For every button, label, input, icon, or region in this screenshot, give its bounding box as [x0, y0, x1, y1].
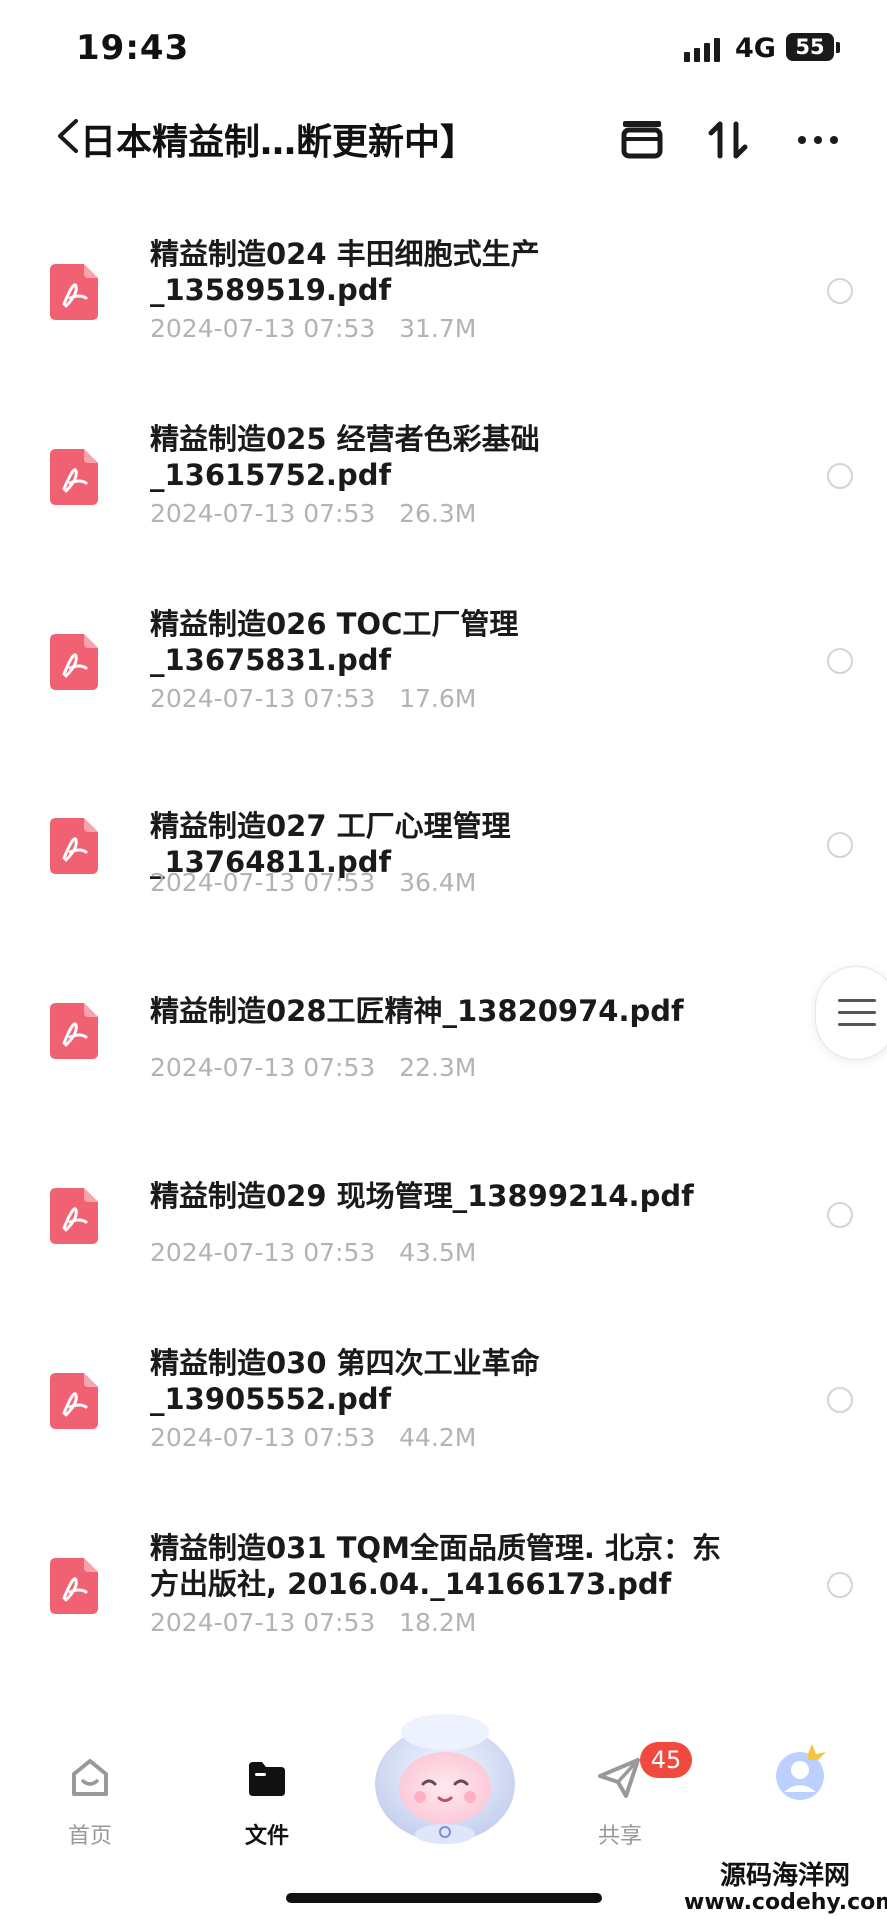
file-name: 精益制造025 经营者色彩基础_13615752.pdf — [150, 422, 540, 492]
file-size: 31.7M — [399, 314, 477, 343]
file-row[interactable]: 精益制造026 TOC工厂管理_13675831.pdf 2024-07-13 0… — [0, 576, 887, 761]
pdf-file-icon — [50, 634, 98, 690]
file-meta: 2024-07-13 07:53 17.6M — [150, 684, 476, 713]
select-checkbox[interactable] — [827, 278, 853, 304]
watermark-title: 源码海洋网 — [720, 1861, 851, 1891]
select-checkbox[interactable] — [827, 648, 853, 674]
send-icon — [598, 1758, 640, 1798]
file-row[interactable]: 精益制造031 TQM全面品质管理. 北京：东方出版社, 2016.04._14… — [0, 1500, 887, 1685]
file-meta: 2024-07-13 07:53 31.7M — [150, 314, 476, 343]
file-size: 26.3M — [399, 499, 477, 528]
page-title: 日本精益制…断更新中】 — [80, 122, 477, 163]
file-row[interactable]: 精益制造024 丰田细胞式生产_13589519.pdf 2024-07-13 0… — [0, 206, 887, 391]
more-icon[interactable] — [790, 112, 846, 168]
file-date: 2024-07-13 07:53 — [150, 1238, 376, 1267]
home-icon — [72, 1759, 108, 1796]
pdf-file-icon — [50, 1003, 98, 1059]
floating-menu-handle[interactable] — [815, 966, 887, 1060]
signal-icon — [684, 38, 720, 62]
battery-tip — [836, 42, 840, 53]
file-size: 44.2M — [399, 1423, 477, 1452]
file-row[interactable]: 精益制造029 现场管理_13899214.pdf 2024-07-13 07:5… — [0, 1130, 887, 1315]
back-icon[interactable] — [52, 115, 82, 157]
file-date: 2024-07-13 07:53 — [150, 684, 376, 713]
pdf-file-icon — [50, 1373, 98, 1429]
file-row[interactable]: 精益制造025 经营者色彩基础_13615752.pdf 2024-07-13 0… — [0, 391, 887, 576]
tab-home[interactable]: 首页 — [30, 1752, 150, 1862]
file-date: 2024-07-13 07:53 — [150, 1423, 376, 1452]
share-badge: 45 — [640, 1742, 692, 1778]
file-date: 2024-07-13 07:53 — [150, 1608, 376, 1637]
home-indicator[interactable] — [286, 1893, 602, 1903]
status-time: 19:43 — [76, 28, 190, 68]
file-meta: 2024-07-13 07:53 18.2M — [150, 1608, 476, 1637]
file-row[interactable]: 精益制造027 工厂心理管理_13764811.pdf 2024-07-13 07… — [0, 760, 887, 945]
file-name: 精益制造030 第四次工业革命_13905552.pdf — [150, 1346, 540, 1416]
sort-icon[interactable] — [700, 112, 756, 168]
avatar[interactable] — [768, 1740, 832, 1804]
file-date: 2024-07-13 07:53 — [150, 1053, 376, 1082]
assistant-mascot-icon[interactable] — [365, 1706, 525, 1846]
select-checkbox[interactable] — [827, 1387, 853, 1413]
select-checkbox[interactable] — [827, 1202, 853, 1228]
file-name: 精益制造031 TQM全面品质管理. 北京：东方出版社, 2016.04._14… — [150, 1531, 722, 1601]
archive-icon[interactable] — [614, 112, 670, 168]
select-checkbox[interactable] — [827, 1572, 853, 1598]
pdf-file-icon — [50, 264, 98, 320]
select-checkbox[interactable] — [827, 832, 853, 858]
file-size: 17.6M — [399, 684, 477, 713]
file-meta: 2024-07-13 07:53 44.2M — [150, 1423, 476, 1452]
hamburger-icon — [838, 999, 876, 1026]
watermark-url: www.codehy.com — [684, 1890, 887, 1915]
file-name: 精益制造029 现场管理_13899214.pdf — [150, 1179, 694, 1213]
file-date: 2024-07-13 07:53 — [150, 314, 376, 343]
select-checkbox[interactable] — [827, 463, 853, 489]
battery-icon: 55 — [786, 33, 834, 61]
file-date: 2024-07-13 07:53 — [150, 868, 376, 897]
network-type: 4G — [735, 33, 776, 64]
file-date: 2024-07-13 07:53 — [150, 499, 376, 528]
pdf-file-icon — [50, 1188, 98, 1244]
file-name: 精益制造026 TOC工厂管理_13675831.pdf — [150, 607, 519, 677]
file-row[interactable]: 精益制造028工匠精神_13820974.pdf 2024-07-13 07:53… — [0, 945, 887, 1130]
folder-icon — [249, 1762, 285, 1796]
file-row[interactable]: 精益制造030 第四次工业革命_13905552.pdf 2024-07-13 0… — [0, 1315, 887, 1500]
file-meta: 2024-07-13 07:53 22.3M — [150, 1053, 476, 1082]
tab-home-label: 首页 — [67, 1824, 112, 1849]
file-meta: 2024-07-13 07:53 36.4M — [150, 868, 476, 897]
file-name: 精益制造028工匠精神_13820974.pdf — [150, 994, 684, 1028]
tab-files[interactable]: 文件 — [207, 1752, 327, 1862]
tab-share-label: 共享 — [597, 1824, 642, 1849]
file-size: 43.5M — [399, 1238, 477, 1267]
file-size: 22.3M — [399, 1053, 477, 1082]
pdf-file-icon — [50, 1558, 98, 1614]
file-meta: 2024-07-13 07:53 26.3M — [150, 499, 476, 528]
status-bar: 19:43 4G 55 — [0, 0, 887, 100]
file-meta: 2024-07-13 07:53 43.5M — [150, 1238, 476, 1267]
file-size: 36.4M — [399, 868, 477, 897]
tab-files-label: 文件 — [244, 1824, 289, 1849]
pdf-file-icon — [50, 449, 98, 505]
file-name: 精益制造024 丰田细胞式生产_13589519.pdf — [150, 237, 540, 307]
file-size: 18.2M — [399, 1608, 477, 1637]
pdf-file-icon — [50, 818, 98, 874]
